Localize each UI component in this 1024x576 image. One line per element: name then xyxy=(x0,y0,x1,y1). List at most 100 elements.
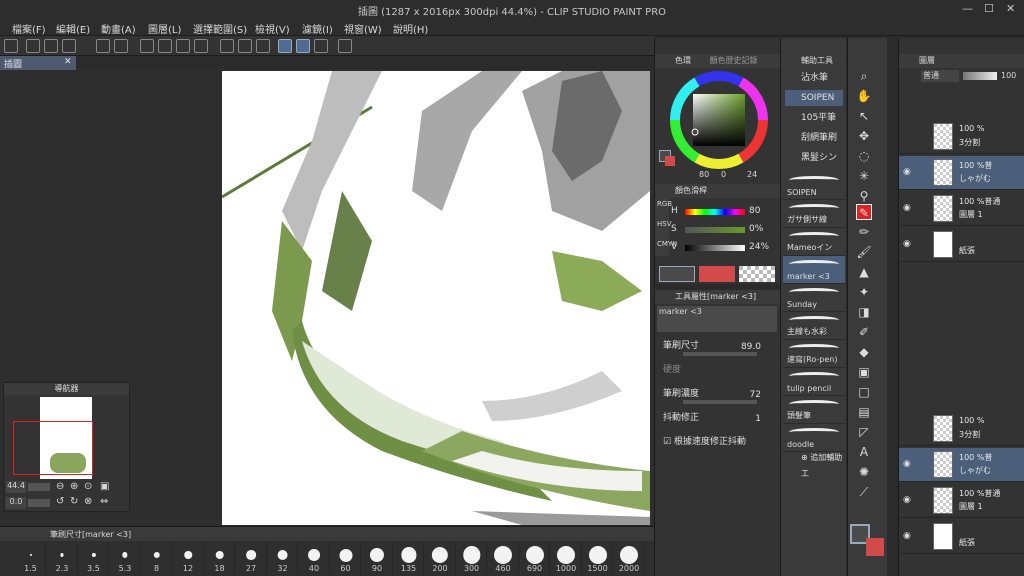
brush-size-option[interactable]: 1000 xyxy=(552,543,582,575)
eye-icon[interactable]: ◉ xyxy=(903,531,911,541)
gradient-icon[interactable]: ▣ xyxy=(856,364,872,380)
undo-icon[interactable] xyxy=(96,39,110,53)
airbrush-icon[interactable]: ▲ xyxy=(856,264,872,280)
brush-size-option[interactable]: 27 xyxy=(237,543,267,575)
maximize-icon[interactable]: ☐ xyxy=(984,2,994,15)
frame-icon[interactable]: ▤ xyxy=(856,404,872,420)
main-color-chip[interactable] xyxy=(659,266,695,282)
ruler-icon[interactable]: ◸ xyxy=(856,424,872,440)
minimize-icon[interactable]: — xyxy=(962,2,973,15)
brush-size-option[interactable]: 2000 xyxy=(615,543,645,575)
brush-item[interactable]: 速寫(Ro-pen) xyxy=(783,340,845,368)
flip-icon[interactable]: ⇔ xyxy=(100,496,108,507)
color-wheel[interactable] xyxy=(669,70,769,170)
hardness-row[interactable]: 硬度 xyxy=(663,362,775,382)
brush-size-option[interactable]: 40 xyxy=(300,543,330,575)
brush-size-option[interactable]: 135 xyxy=(394,543,424,575)
subtool-group-scrape[interactable]: 刮網筆刷 xyxy=(785,130,843,146)
menu-view[interactable]: 檢視(V) xyxy=(255,21,290,36)
app-icon[interactable] xyxy=(4,39,18,53)
layer-row[interactable]: 100 % 3分割 xyxy=(899,120,1024,154)
eyedropper-icon[interactable]: ⚲ xyxy=(856,188,872,204)
brush-size-option[interactable]: 1500 xyxy=(583,543,613,575)
rotate-left-icon[interactable]: ↺ xyxy=(56,496,64,507)
layer-row[interactable]: ◉ 100 %普 しゃがむ xyxy=(899,448,1024,482)
eye-icon[interactable]: ◉ xyxy=(903,239,911,249)
new-file-icon[interactable] xyxy=(26,39,40,53)
eye-icon[interactable]: ◉ xyxy=(903,459,911,469)
brush-item[interactable]: tulip pencil xyxy=(783,368,845,396)
rotate-right-icon[interactable]: ↻ xyxy=(70,496,78,507)
brush-size-option[interactable]: 18 xyxy=(205,543,235,575)
eraser-icon[interactable]: ◨ xyxy=(856,304,872,320)
brush-item[interactable]: ガサ側サ線 xyxy=(783,200,845,228)
layer-row[interactable]: ◉ 紙張 xyxy=(899,520,1024,554)
redo-icon[interactable] xyxy=(114,39,128,53)
menu-select[interactable]: 選擇範圍(S) xyxy=(193,21,247,36)
slider-v[interactable]: V 24% xyxy=(671,242,777,262)
zoom-icon[interactable]: ⌕ xyxy=(856,68,872,84)
snap-ruler-icon[interactable] xyxy=(278,39,292,53)
brush-item[interactable]: 主線も水彩 xyxy=(783,312,845,340)
brush-size-option[interactable]: 32 xyxy=(268,543,298,575)
brush-size-option[interactable]: 12 xyxy=(174,543,204,575)
zoom-in-icon[interactable]: ⊕ xyxy=(70,481,78,492)
brush-size-row[interactable]: 筆刷尺寸 89.0 xyxy=(663,338,775,358)
menu-animation[interactable]: 動畫(A) xyxy=(101,21,136,36)
brush-size-option[interactable]: 90 xyxy=(363,543,393,575)
menu-filter[interactable]: 濾鏡(I) xyxy=(302,21,333,36)
layer-row[interactable]: ◉ 100 %普通 圖層 1 xyxy=(899,192,1024,226)
text-icon[interactable]: A xyxy=(856,444,872,460)
brush-item[interactable]: Mameoイン xyxy=(783,228,845,256)
zoom-slider[interactable] xyxy=(28,483,50,491)
brush-size-option[interactable]: 5.3 xyxy=(111,543,141,575)
transparent-color-chip[interactable] xyxy=(739,266,775,282)
slider-s[interactable]: S 0% xyxy=(671,224,777,244)
layer-tab[interactable]: 圖層 xyxy=(899,54,1024,68)
brush-size-option[interactable]: 1.5 xyxy=(16,543,46,575)
toolbox-sub-color[interactable] xyxy=(866,538,884,556)
brush-size-option[interactable]: 2.3 xyxy=(48,543,78,575)
brush-item[interactable]: SOIPEN xyxy=(783,172,845,200)
brush-size-option[interactable]: 8 xyxy=(142,543,172,575)
snap-special-ruler-icon[interactable] xyxy=(296,39,310,53)
close-icon[interactable]: ✕ xyxy=(1006,2,1015,15)
pen-icon[interactable]: ✎ xyxy=(856,204,872,220)
brush-size-option[interactable]: 460 xyxy=(489,543,519,575)
slider-h[interactable]: H 80 xyxy=(671,206,777,226)
layer-row[interactable]: ◉ 紙張 xyxy=(899,228,1024,262)
sub-color-chip[interactable] xyxy=(699,266,735,282)
subtool-group-soipen[interactable]: SOIPEN xyxy=(785,90,843,106)
move-icon[interactable]: ✥ xyxy=(856,128,872,144)
subtool-group-hair[interactable]: 黑髮シン xyxy=(785,150,843,166)
canvas-tab[interactable]: 插圖 ✕ xyxy=(0,56,76,70)
brush-item[interactable]: Sunday xyxy=(783,284,845,312)
menu-file[interactable]: 檔案(F) xyxy=(12,21,46,36)
lasso-icon[interactable]: ◌ xyxy=(856,148,872,164)
brush-icon[interactable]: 🖌 xyxy=(856,244,872,260)
zoom-value[interactable]: 44.4 xyxy=(6,481,26,493)
eye-icon[interactable]: ◉ xyxy=(903,495,911,505)
add-subtool-button[interactable]: ⊕ 追加輔助工 xyxy=(785,450,843,478)
close-tab-icon[interactable]: ✕ xyxy=(64,57,72,67)
menu-edit[interactable]: 編輯(E) xyxy=(56,21,90,36)
hand-icon[interactable]: ✋ xyxy=(856,88,872,104)
color-history-tab[interactable]: 顏色歷史記錄 xyxy=(710,56,758,65)
save-icon[interactable] xyxy=(62,39,76,53)
layer-row[interactable]: 100 % 3分割 xyxy=(899,412,1024,446)
clear-icon[interactable] xyxy=(140,39,154,53)
subtool-group-flat[interactable]: 105平筆 xyxy=(785,110,843,126)
invert-selection-icon[interactable] xyxy=(238,39,252,53)
menu-layer[interactable]: 圖層(L) xyxy=(148,21,181,36)
clear-outside-icon[interactable] xyxy=(158,39,172,53)
show-selection-icon[interactable] xyxy=(256,39,270,53)
fit-icon[interactable]: ▣ xyxy=(100,481,109,492)
navigator-viewport[interactable] xyxy=(13,421,93,475)
brush-size-option[interactable]: 3.5 xyxy=(79,543,109,575)
actual-size-icon[interactable]: ⊙ xyxy=(84,481,92,492)
blend-icon[interactable]: ✐ xyxy=(856,324,872,340)
brush-density-row[interactable]: 筆刷濃度 72 xyxy=(663,386,775,406)
eye-icon[interactable]: ◉ xyxy=(903,203,911,213)
correct-line-icon[interactable]: ⟋ xyxy=(856,484,872,500)
layer-row[interactable]: ◉ 100 %普通 圖層 1 xyxy=(899,484,1024,518)
